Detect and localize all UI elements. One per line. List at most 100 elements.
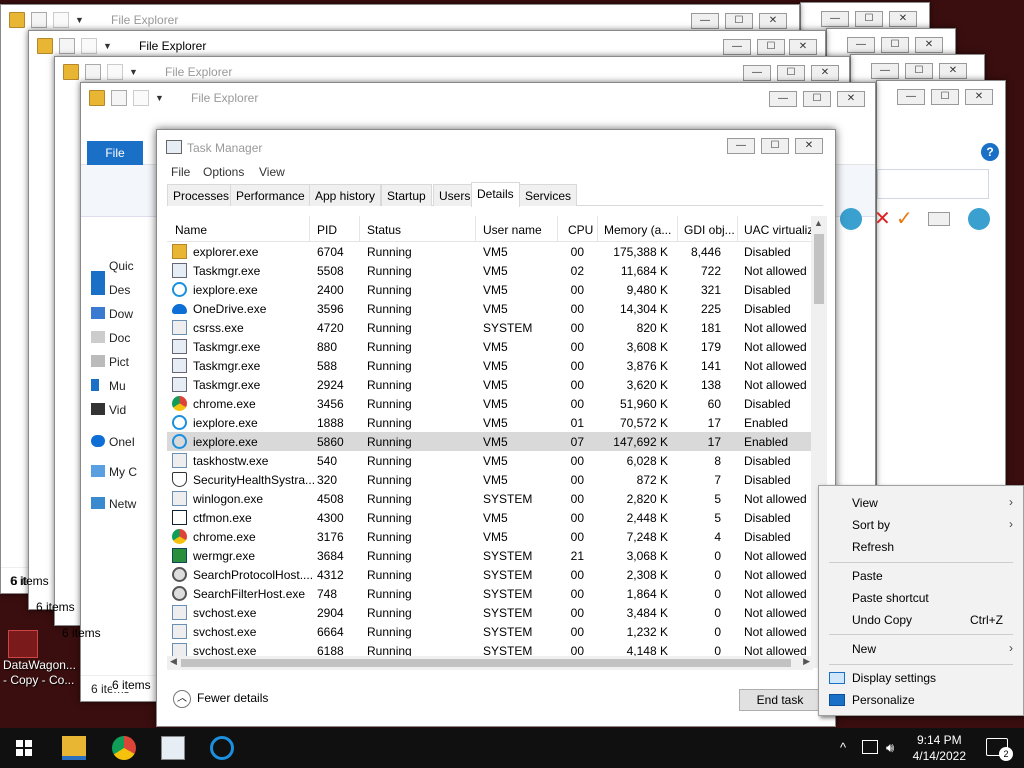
new-folder-icon[interactable] xyxy=(81,38,97,54)
nav-videos[interactable]: Vid xyxy=(109,403,126,417)
close-button[interactable]: ✕ xyxy=(759,13,787,29)
maximize-button[interactable]: ☐ xyxy=(855,11,883,27)
new-folder-icon[interactable] xyxy=(107,64,123,80)
col-uac[interactable]: UAC virtualiz xyxy=(744,223,813,237)
maximize-button[interactable]: ☐ xyxy=(881,37,909,53)
process-row[interactable]: winlogon.exe 4508 Running SYSTEM 00 2,820 K 5 N… xyxy=(167,489,813,508)
horizontal-scrollbar[interactable]: ◀ ▶ xyxy=(167,656,813,670)
task-manager-window[interactable]: Task Manager — ☐ ✕ File Options View Pro… xyxy=(156,129,836,727)
start-button[interactable] xyxy=(16,740,32,756)
tab-processes[interactable]: Processes xyxy=(167,184,236,206)
scroll-thumb-horizontal[interactable] xyxy=(181,659,791,667)
process-row[interactable]: taskhostw.exe 540 Running VM5 00 6,028 K 8 Disa… xyxy=(167,451,813,470)
menu-item-display-settings[interactable]: Display settings xyxy=(819,667,1023,689)
scroll-left-icon[interactable]: ◀ xyxy=(170,656,177,667)
network-icon[interactable] xyxy=(862,740,878,754)
maximize-button[interactable]: ☐ xyxy=(777,65,805,81)
process-row[interactable]: iexplore.exe 2400 Running VM5 00 9,480 K 321 Di… xyxy=(167,280,813,299)
process-row[interactable]: Taskmgr.exe 588 Running VM5 00 3,876 K 141 Not … xyxy=(167,356,813,375)
close-button[interactable]: ✕ xyxy=(889,11,917,27)
chevron-up-icon[interactable]: ^ xyxy=(840,740,846,755)
process-row[interactable]: SearchFilterHost.exe 748 Running SYSTEM 00 1,… xyxy=(167,584,813,603)
maximize-button[interactable]: ☐ xyxy=(761,138,789,154)
process-row[interactable]: csrss.exe 4720 Running SYSTEM 00 820 K 181 Not … xyxy=(167,318,813,337)
new-folder-icon[interactable] xyxy=(53,12,69,28)
chevron-down-icon[interactable]: ▼ xyxy=(103,38,113,54)
chevron-down-icon[interactable]: ▼ xyxy=(75,12,85,28)
minimize-button[interactable]: — xyxy=(743,65,771,81)
minimize-button[interactable]: — xyxy=(769,91,797,107)
tab-app-history[interactable]: App history xyxy=(309,184,382,206)
process-row[interactable]: svchost.exe 2904 Running SYSTEM 00 3,484 K 0 No… xyxy=(167,603,813,622)
process-row[interactable]: Taskmgr.exe 880 Running VM5 00 3,608 K 179 Not … xyxy=(167,337,813,356)
nav-desktop[interactable]: Des xyxy=(109,283,130,297)
globe-icon[interactable] xyxy=(968,208,990,230)
nav-documents[interactable]: Doc xyxy=(109,331,130,345)
process-row[interactable]: ctfmon.exe 4300 Running VM5 00 2,448 K 5 Disabl… xyxy=(167,508,813,527)
menu-item-personalize[interactable]: Personalize xyxy=(819,689,1023,711)
col-pid[interactable]: PID xyxy=(317,223,337,237)
close-button[interactable]: ✕ xyxy=(965,89,993,105)
scroll-thumb[interactable] xyxy=(814,234,824,304)
col-user-name[interactable]: User name xyxy=(483,223,542,237)
maximize-button[interactable]: ☐ xyxy=(725,13,753,29)
process-row[interactable]: SecurityHealthSystra... 320 Running VM5 00 87… xyxy=(167,470,813,489)
minimize-button[interactable]: — xyxy=(847,37,875,53)
chrome-icon[interactable] xyxy=(112,736,136,760)
menu-file[interactable]: File xyxy=(171,165,190,179)
delete-icon[interactable]: ✕ xyxy=(874,208,896,230)
menu-view[interactable]: View xyxy=(259,165,285,179)
maximize-button[interactable]: ☐ xyxy=(931,89,959,105)
notification-center-icon[interactable]: 2 xyxy=(986,738,1013,761)
col-memory[interactable]: Memory (a... xyxy=(604,223,671,237)
explorer-window-back-right-4[interactable]: — ☐ ✕ ? xyxy=(876,80,1006,510)
minimize-button[interactable]: — xyxy=(691,13,719,29)
process-row[interactable]: OneDrive.exe 3596 Running VM5 00 14,304 K 225 D… xyxy=(167,299,813,318)
close-button[interactable]: ✕ xyxy=(915,37,943,53)
menu-item-sort-by[interactable]: Sort by › xyxy=(819,514,1023,536)
volume-icon[interactable]: 🔊︎ xyxy=(886,740,894,756)
file-explorer-icon[interactable] xyxy=(62,736,86,760)
col-cpu[interactable]: CPU xyxy=(568,223,593,237)
tab-users[interactable]: Users xyxy=(433,184,477,206)
file-tab[interactable]: File xyxy=(87,141,143,165)
close-button[interactable]: ✕ xyxy=(939,63,967,79)
menu-item-undo-copy[interactable]: Undo Copy Ctrl+Z xyxy=(819,609,1023,631)
process-row[interactable]: chrome.exe 3456 Running VM5 00 51,960 K 60 Disa… xyxy=(167,394,813,413)
col-status[interactable]: Status xyxy=(367,223,401,237)
nav-onedrive[interactable]: OneI xyxy=(109,435,135,449)
tab-startup[interactable]: Startup xyxy=(381,184,432,206)
globe-icon[interactable] xyxy=(840,208,862,230)
maximize-button[interactable]: ☐ xyxy=(905,63,933,79)
tab-performance[interactable]: Performance xyxy=(230,184,311,206)
nav-downloads[interactable]: Dow xyxy=(109,307,133,321)
properties-icon[interactable] xyxy=(31,12,47,28)
help-icon[interactable]: ? xyxy=(981,143,999,161)
search-box[interactable] xyxy=(877,169,989,199)
process-row[interactable]: iexplore.exe 5860 Running VM5 07 147,692 K 17 E… xyxy=(167,432,813,451)
rename-icon[interactable] xyxy=(928,212,950,226)
minimize-button[interactable]: — xyxy=(727,138,755,154)
minimize-button[interactable]: — xyxy=(897,89,925,105)
minimize-button[interactable]: — xyxy=(723,39,751,55)
process-row[interactable]: SearchProtocolHost.... 4312 Running SYSTEM 0… xyxy=(167,565,813,584)
process-row[interactable]: chrome.exe 3176 Running VM5 00 7,248 K 4 Disabl… xyxy=(167,527,813,546)
properties-icon[interactable] xyxy=(111,90,127,106)
menu-item-paste[interactable]: Paste xyxy=(819,565,1023,587)
clock[interactable]: 9:14 PM 4/14/2022 xyxy=(913,732,966,764)
minimize-button[interactable]: — xyxy=(871,63,899,79)
maximize-button[interactable]: ☐ xyxy=(803,91,831,107)
menu-item-new[interactable]: New › xyxy=(819,638,1023,660)
close-button[interactable]: ✕ xyxy=(837,91,865,107)
close-button[interactable]: ✕ xyxy=(811,65,839,81)
chevron-down-icon[interactable]: ▼ xyxy=(155,90,165,106)
close-button[interactable]: ✕ xyxy=(795,138,823,154)
scroll-right-icon[interactable]: ▶ xyxy=(803,656,810,667)
col-name[interactable]: Name xyxy=(175,223,207,237)
maximize-button[interactable]: ☐ xyxy=(757,39,785,55)
process-row[interactable]: svchost.exe 6664 Running SYSTEM 00 1,232 K 0 No… xyxy=(167,622,813,641)
process-row[interactable]: explorer.exe 6704 Running VM5 00 175,388 K 8,4… xyxy=(167,242,813,261)
properties-icon[interactable] xyxy=(59,38,75,54)
minimize-button[interactable]: — xyxy=(821,11,849,27)
nav-music[interactable]: Mu xyxy=(109,379,126,393)
